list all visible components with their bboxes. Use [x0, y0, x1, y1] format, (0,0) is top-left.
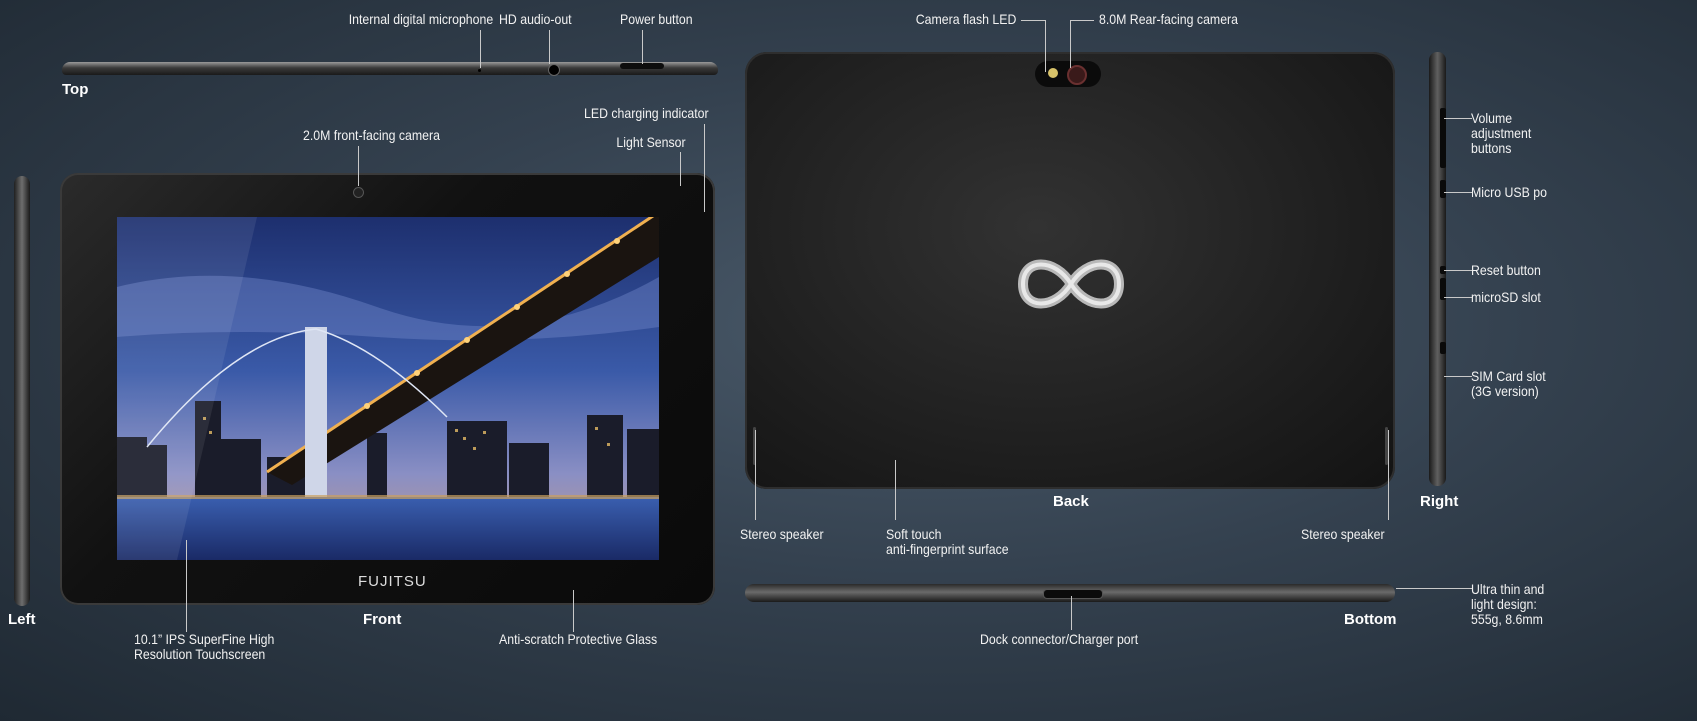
- view-label-right: Right: [1420, 493, 1459, 510]
- callout-ultra-thin: Ultra thin and light design: 555g, 8.6mm: [1471, 581, 1545, 627]
- fujitsu-infinity-logo: [1017, 259, 1125, 309]
- flash-led: [1048, 68, 1058, 78]
- callout-light-sensor: Light Sensor: [616, 134, 686, 150]
- callout-microphone: Internal digital microphone: [348, 11, 493, 27]
- callout-led-charging: LED charging indicator: [584, 105, 709, 121]
- callout-dock: Dock connector/Charger port: [980, 631, 1139, 647]
- callout-sim: SIM Card slot (3G version): [1471, 368, 1546, 399]
- view-label-top: Top: [62, 81, 89, 98]
- volume-rocker: [1440, 108, 1446, 168]
- usb-port: [1440, 180, 1446, 198]
- leader-line-ultra: [1396, 588, 1472, 589]
- leader-line-speaker-left: [755, 430, 756, 520]
- callout-power-button: Power button: [620, 11, 693, 27]
- tablet-top-edge: [62, 62, 718, 76]
- leader-line-front-camera: [358, 146, 359, 186]
- callout-usb: Micro USB po: [1471, 184, 1547, 200]
- leader-line-reset: [1444, 270, 1472, 271]
- leader-line-dock: [1071, 596, 1072, 630]
- callout-flash-led: Camera flash LED: [915, 11, 1016, 27]
- callout-soft-touch: Soft touch anti-fingerprint surface: [886, 526, 1009, 557]
- leader-line-light-sensor: [680, 152, 681, 186]
- microphone-hole: [478, 69, 481, 72]
- callout-reset: Reset button: [1471, 262, 1541, 278]
- callout-touchscreen: 10.1” IPS SuperFine High Resolution Touc…: [134, 631, 275, 662]
- leader-line-flash-v: [1045, 20, 1046, 72]
- view-label-left: Left: [8, 611, 36, 628]
- callout-front-camera: 2.0M front-facing camera: [303, 127, 440, 143]
- sim-slot-part: [1440, 342, 1446, 354]
- leader-line-power: [642, 30, 643, 64]
- touchscreen-image: [117, 217, 659, 560]
- tablet-left-edge: [14, 176, 30, 606]
- leader-line-soft-touch: [895, 460, 896, 520]
- leader-line-speaker-right: [1388, 430, 1389, 520]
- leader-line-sim: [1444, 376, 1472, 377]
- dock-connector-part: [1043, 589, 1103, 599]
- callout-rear-camera: 8.0M Rear-facing camera: [1099, 11, 1238, 27]
- leader-line-flash-h: [1021, 20, 1045, 21]
- view-label-back: Back: [1053, 493, 1089, 510]
- leader-line-microsd: [1444, 297, 1472, 298]
- callout-speaker-left: Stereo speaker: [740, 526, 824, 542]
- tablet-front: FUJITSU: [60, 173, 715, 605]
- leader-line-glass: [573, 590, 574, 632]
- callout-microsd: microSD slot: [1471, 289, 1541, 305]
- callout-volume: Volume adjustment buttons: [1471, 110, 1532, 156]
- callout-glass: Anti-scratch Protective Glass: [499, 631, 658, 647]
- leader-line-rear-camera-h: [1070, 20, 1094, 21]
- view-label-front: Front: [363, 611, 402, 628]
- leader-line-volume: [1444, 118, 1472, 119]
- tablet-bottom-edge: [745, 584, 1395, 602]
- leader-line-touchscreen: [186, 540, 187, 632]
- city-bridge-photo: [117, 217, 659, 560]
- front-camera-lens: [353, 187, 364, 198]
- view-label-bottom: Bottom: [1344, 611, 1397, 628]
- leader-line-microphone: [480, 30, 481, 68]
- leader-line-led: [704, 124, 705, 212]
- tablet-back: [745, 52, 1395, 489]
- fujitsu-logo: FUJITSU: [358, 573, 427, 590]
- callout-speaker-right: Stereo speaker: [1301, 526, 1385, 542]
- leader-line-audio: [549, 30, 550, 64]
- callout-audio-out: HD audio-out: [499, 11, 572, 27]
- audio-jack: [548, 64, 560, 76]
- leader-line-usb: [1444, 192, 1472, 193]
- rear-camera-lens: [1067, 65, 1087, 85]
- leader-line-rear-camera-v: [1070, 20, 1071, 68]
